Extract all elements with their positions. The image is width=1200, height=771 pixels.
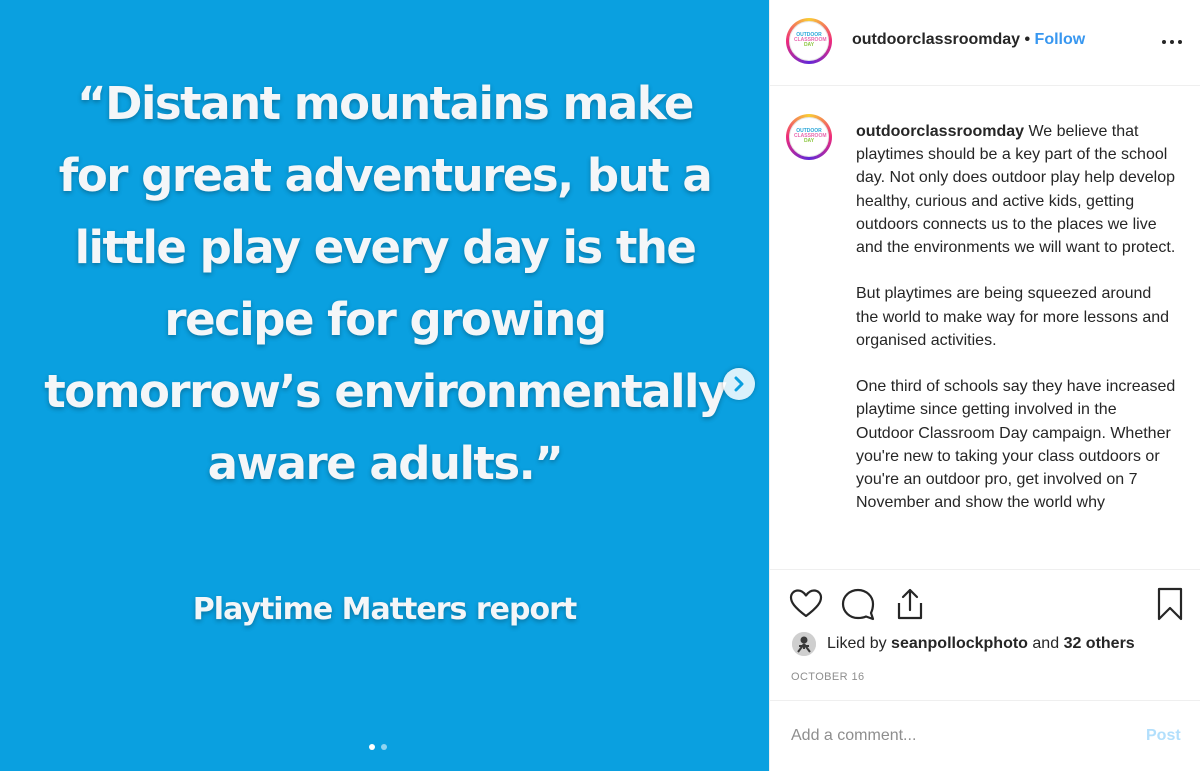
caption-avatar[interactable]: OUTDOOR CLASSROOM DAY	[786, 114, 832, 160]
liker-avatar[interactable]	[792, 632, 816, 656]
carousel-dot-active	[369, 744, 375, 750]
heart-icon[interactable]	[788, 586, 824, 622]
avatar-inner: OUTDOOR CLASSROOM DAY	[789, 117, 829, 157]
caption-text: outdoorclassroomday We believe that play…	[856, 120, 1176, 514]
comment-bar: Post	[770, 700, 1200, 771]
brand-logo: OUTDOOR CLASSROOM DAY	[794, 33, 827, 48]
next-slide-button[interactable]	[723, 368, 755, 400]
liker-username[interactable]: sean­pollockphoto	[891, 635, 1028, 652]
likes-and: and	[1032, 635, 1060, 652]
more-options-icon[interactable]	[1159, 32, 1185, 52]
caption-body: We believe that playtimes should be a ke…	[856, 123, 1176, 512]
action-bar	[770, 574, 1200, 634]
follow-button[interactable]: Follow	[1035, 31, 1086, 48]
avatar[interactable]: OUTDOOR CLASSROOM DAY	[786, 18, 832, 64]
post-author: outdoorclassroomday • Follow	[852, 31, 1085, 49]
carousel-dot	[381, 744, 387, 750]
username-link[interactable]: outdoorclassroomday	[852, 31, 1020, 48]
chevron-right-icon	[734, 376, 744, 392]
logo-line-3: DAY	[803, 138, 815, 144]
caption-author[interactable]: outdoorclassroomday	[856, 123, 1024, 140]
more-dot	[1170, 40, 1174, 44]
post-date[interactable]: OCTOBER 16	[791, 671, 865, 683]
caption-section[interactable]: OUTDOOR CLASSROOM DAY outdoorclassroomda…	[770, 86, 1200, 570]
more-dot	[1178, 40, 1182, 44]
avatar-inner: OUTDOOR CLASSROOM DAY	[789, 21, 829, 61]
post-comment-button[interactable]: Post	[1146, 727, 1181, 745]
likes-summary: Liked by sean­pollockphoto and 32 others	[827, 635, 1135, 653]
post-header: OUTDOOR CLASSROOM DAY outdoorclassroomda…	[770, 0, 1200, 86]
comment-icon[interactable]	[840, 586, 876, 622]
quote-text: “Distant mountains make for great advent…	[44, 77, 727, 490]
person-icon	[792, 632, 816, 656]
logo-line-3: DAY	[803, 42, 815, 48]
post-sidebar: OUTDOOR CLASSROOM DAY outdoorclassroomda…	[769, 0, 1200, 771]
share-icon[interactable]	[892, 586, 928, 622]
likes-prefix: Liked by	[827, 635, 887, 652]
likes-row: Liked by sean­pollockphoto and 32 others	[792, 631, 1192, 657]
bookmark-icon[interactable]	[1152, 586, 1188, 622]
brand-logo: OUTDOOR CLASSROOM DAY	[794, 129, 827, 144]
separator-dot: •	[1024, 31, 1031, 48]
comment-input[interactable]	[791, 725, 1111, 747]
quote-source: Playtime Matters report	[192, 592, 577, 627]
post-media[interactable]: “Distant mountains make for great advent…	[0, 0, 769, 771]
more-dot	[1162, 40, 1166, 44]
likes-others[interactable]: 32 others	[1064, 635, 1135, 652]
